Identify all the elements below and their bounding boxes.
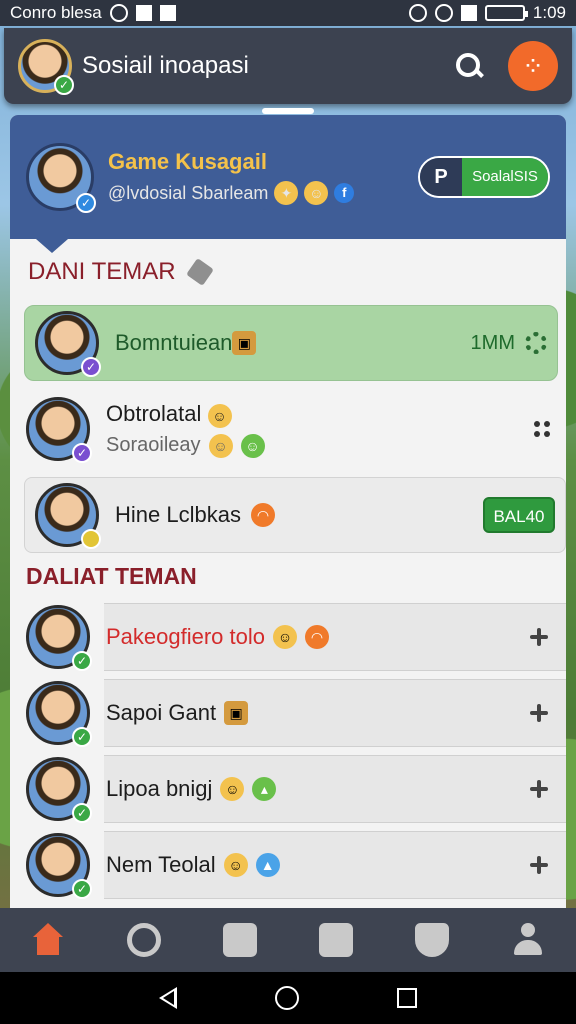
carrier-label: Conro blesa [10,3,102,22]
emoji-icon: ☺ [223,853,248,877]
badge-icon: ✓ [72,443,92,463]
notification-icon [109,4,128,22]
section-title-text: DANI TEMAR [28,258,176,285]
friend-name: Hine Lclbkas [115,502,241,527]
list-item[interactable]: ✓ Bomntuiean ▣ 1MM [24,305,558,381]
inventory-box-icon[interactable] [319,923,353,957]
social-button-label: SoalalSIS [462,158,548,196]
emoji-icon: ☺ [208,433,233,458]
sparkle-icon: ✦ [274,181,299,205]
profile-name: Game Kusagail [108,149,267,174]
alarm-icon [408,4,427,22]
action-button[interactable]: BAL40 [483,497,555,533]
friend-name: Sapoi Gant [106,700,217,725]
emoji-icon: ☺ [304,181,329,205]
drag-handle[interactable] [262,108,314,114]
facebook-icon[interactable]: f [334,183,355,203]
level-label: 1MM [470,331,515,354]
box-icon: ▣ [224,701,249,725]
list-item[interactable]: ✓ Nem Teolal ☺ ▲ [10,827,566,903]
recents-icon[interactable] [397,988,417,1008]
friend-name: Bomntuiean [115,330,233,355]
gear-icon[interactable] [525,332,547,354]
section-title-primary: DANI TEMAR [10,239,566,305]
friends-panel: ✓ Game Kusagail @lvdosial Sbarleam ✦ ☺ f… [10,115,566,915]
options-icon[interactable] [528,854,550,876]
friend-avatar: ✓ [26,757,92,823]
list-item[interactable]: ✓ Lipoa bnigj ☺ ▴ [10,751,566,827]
friend-name: Obtrolatal ☺ [106,401,265,428]
search-icon[interactable] [127,923,161,957]
status-bar: Conro blesa 1:09 [0,0,576,26]
bottom-nav [0,908,576,972]
shield-notification-icon [159,5,176,21]
home-icon[interactable] [31,923,65,957]
options-icon[interactable] [528,626,550,648]
friend-subtitle-row: Soraoileay ☺ ☺ [106,433,265,458]
social-p-icon: P [420,158,462,196]
list-item[interactable]: Hine Lclbkas ◠ BAL40 [24,477,566,553]
friend-avatar: ✓ [35,311,101,377]
section-title-text: DALIAT TEMAN [26,562,197,589]
signal-icon [460,5,477,21]
friend-avatar: ✓ [26,605,92,671]
profile-handle: @lvdosial Sbarleam [108,182,269,203]
system-nav-bar [0,972,576,1024]
badge-icon: ✓ [81,357,101,377]
friend-avatar: ✓ [26,681,92,747]
friend-avatar: ✓ [26,397,92,463]
mail-icon[interactable] [223,923,257,957]
profile-icon[interactable] [511,923,545,957]
list-item[interactable]: ✓ Sapoi Gant ▣ [10,675,566,751]
online-check-icon: ✓ [72,879,92,899]
online-check-icon: ✓ [72,651,92,671]
search-icon[interactable] [452,49,486,83]
wifi-icon [434,4,453,22]
app-title: Sosiail inoapasi [82,52,249,79]
badge-icon [81,529,101,549]
online-check-icon: ✓ [72,803,92,823]
options-icon[interactable] [528,702,550,724]
user-avatar[interactable]: ✓ [18,39,74,95]
online-check-icon: ✓ [72,727,92,747]
section-title-secondary: DALIAT TEMAN [10,553,566,599]
back-icon[interactable] [159,987,177,1009]
bell-icon: ▲ [255,853,280,877]
emoji-icon: ☺ [273,625,297,649]
box-icon: ▣ [232,331,257,355]
friend-text: Obtrolatal ☺ Soraoileay ☺ ☺ [106,401,265,458]
friend-name: Lipoa bnigj [106,776,213,801]
emoji-icon: ◠ [305,625,329,649]
top-app-bar: ✓ Sosiail inoapasi ⁘ [4,28,572,104]
profile-header: ✓ Game Kusagail @lvdosial Sbarleam ✦ ☺ f… [10,115,566,253]
more-dots-icon[interactable] [534,421,550,437]
app-notification-icon [135,5,152,21]
friend-avatar: ✓ [26,833,92,899]
verified-check-icon: ✓ [76,193,96,213]
emoji-icon: ◠ [250,503,275,527]
emoji-icon: ☺ [207,403,232,428]
profile-avatar[interactable]: ✓ [26,143,96,213]
shield-icon[interactable] [415,923,449,957]
profile-handle-row: @lvdosial Sbarleam ✦ ☺ f [108,181,355,205]
profile-info: Game Kusagail @lvdosial Sbarleam ✦ ☺ f [108,149,355,205]
friend-subtitle: Soraoileay [106,434,201,456]
friend-name: Pakeogfiero tolo [106,624,265,649]
verified-check-icon: ✓ [54,75,74,95]
home-circle-icon[interactable] [275,986,299,1010]
social-button[interactable]: P SoalalSIS [418,156,550,198]
options-icon[interactable] [528,778,550,800]
clock: 1:09 [532,3,566,22]
list-item[interactable]: ✓ Pakeogfiero tolo ☺ ◠ [10,599,566,675]
list-item[interactable]: ✓ Obtrolatal ☺ Soraoileay ☺ ☺ [10,381,566,477]
edit-pencil-icon[interactable] [185,258,214,286]
battery-icon [484,5,528,21]
menu-dots-icon[interactable]: ⁘ [508,41,558,91]
emoji-green-icon: ☺ [240,433,265,458]
friend-name: Nem Teolal [106,852,216,877]
friend-avatar [35,483,101,549]
